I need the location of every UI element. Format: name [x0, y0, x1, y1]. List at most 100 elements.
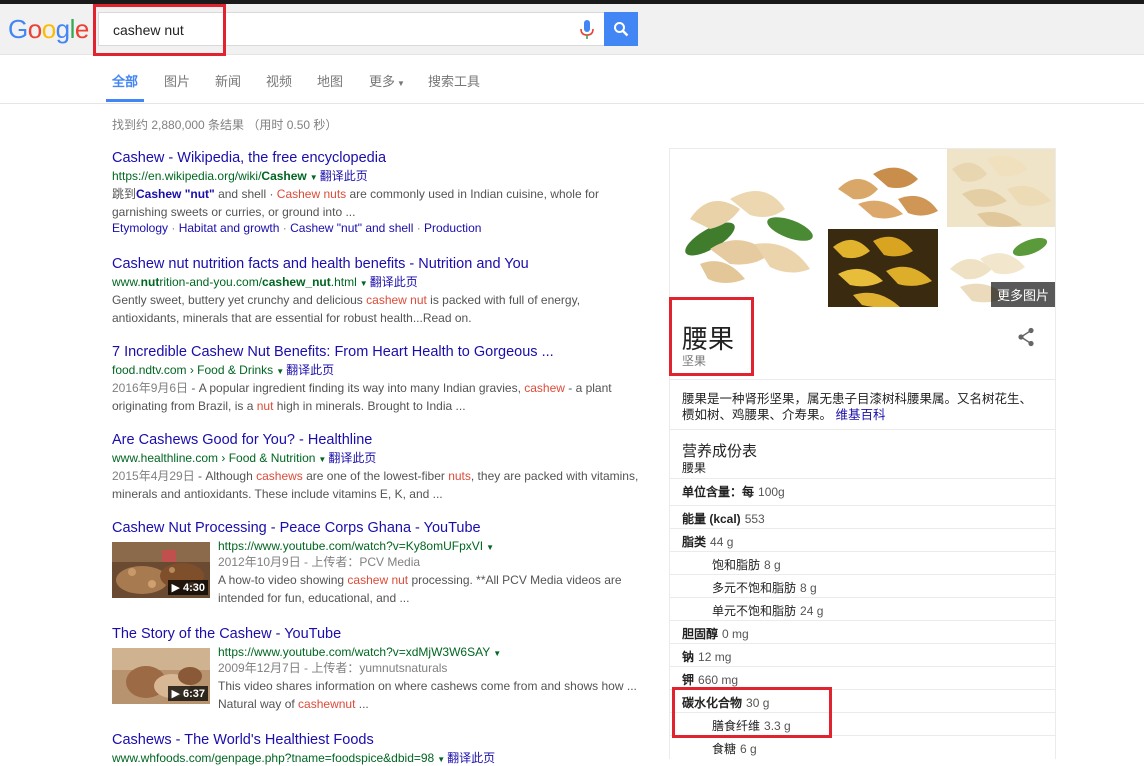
kp-image-leaf[interactable]: 更多图片 — [940, 229, 1055, 307]
result-snippet: 2015年4月29日 - Although cashews are one of… — [112, 467, 642, 503]
url-text: www. — [112, 275, 141, 289]
video-meta: https://www.youtube.com/watch?v=xdMjW3W6… — [218, 644, 638, 713]
tab-maps[interactable]: 地图 — [317, 71, 343, 90]
nutrition-label: 钾 — [682, 673, 695, 687]
sitelinks: Etymology · Habitat and growth · Cashew … — [112, 221, 642, 235]
url-dropdown-icon[interactable]: ▼ — [493, 649, 501, 658]
nutrition-label: 单元不饱和脂肪 — [712, 604, 797, 618]
cashew-image — [828, 229, 938, 307]
translate-link[interactable]: 翻译此页 — [370, 275, 418, 289]
result-snippet: Gently sweet, buttery yet crunchy and de… — [112, 291, 642, 327]
snippet-text: - Although — [194, 469, 257, 483]
nutrition-label: 膳食纤维 — [712, 719, 761, 733]
translate-link[interactable]: 翻译此页 — [320, 169, 368, 183]
sitelink-nut-shell[interactable]: Cashew "nut" and shell — [290, 221, 413, 235]
translate-link[interactable]: 翻译此页 — [447, 751, 495, 765]
share-icon[interactable] — [1017, 327, 1035, 347]
sitelink-etymology[interactable]: Etymology — [112, 221, 168, 235]
nutrition-row: 钠 12 mg — [670, 643, 1055, 666]
url-dropdown-icon[interactable]: ▼ — [276, 367, 284, 376]
nutrition-value: 6 g — [740, 742, 757, 756]
wikipedia-link[interactable]: 维基百科 — [836, 408, 886, 422]
result-snippet: 跳到Cashew "nut" and shell · Cashew nuts a… — [112, 185, 642, 221]
tab-search-tools[interactable]: 搜索工具 — [428, 71, 480, 90]
search-input[interactable] — [111, 13, 555, 47]
snippet-highlight: cashew nut — [366, 293, 427, 307]
snippet-highlight: nuts — [448, 469, 471, 483]
snippet-date: 2015年4月29日 — [112, 469, 195, 483]
result-url: food.ndtv.com › Food & Drinks ▼ 翻译此页 — [112, 361, 642, 378]
nutrition-value: 24 g — [800, 604, 824, 618]
url-dropdown-icon[interactable]: ▼ — [318, 455, 326, 464]
kp-image-fried[interactable] — [828, 229, 938, 307]
search-header: Google — [0, 4, 1144, 55]
result-title-link[interactable]: Cashew nut nutrition facts and health be… — [112, 256, 642, 272]
result-title-link[interactable]: Cashew - Wikipedia, the free encyclopedi… — [112, 150, 642, 166]
url-text: .html — [330, 275, 357, 289]
video-duration: ▶ 4:30 — [168, 580, 208, 595]
translate-link[interactable]: 翻译此页 — [328, 451, 376, 465]
divider — [670, 379, 1055, 380]
nutrition-value: 100g — [758, 485, 785, 499]
nutrition-row: 脂类 44 g — [670, 528, 1055, 551]
nutrition-heading: 营养成份表 — [682, 443, 758, 460]
nutrition-value: 8 g — [800, 581, 817, 595]
result-url: www.healthline.com › Food & Nutrition ▼ 翻译… — [112, 449, 642, 466]
url-text: https://www.youtube.com/watch?v=Ky8omUFp… — [218, 539, 484, 553]
snippet-highlight: cashew nut — [347, 573, 409, 587]
snippet-bold-link[interactable]: Cashew "nut" — [136, 187, 215, 201]
snippet-text: high in minerals. Brought to India ... — [273, 399, 466, 413]
search-button[interactable] — [604, 12, 638, 46]
tab-news[interactable]: 新闻 — [215, 71, 241, 90]
kp-image-roasted[interactable] — [828, 149, 945, 227]
kp-image-main[interactable] — [670, 149, 826, 295]
result-title-link[interactable]: Cashew Nut Processing - Peace Corps Ghan… — [112, 520, 642, 536]
video-upload-meta: 2009年12月7日 - 上传者：yumnutsnaturals — [218, 661, 448, 675]
result-url: https://www.youtube.com/watch?v=Ky8omUFp… — [218, 539, 638, 553]
url-dropdown-icon[interactable]: ▼ — [437, 755, 445, 764]
nutrition-row: 单位含量：每 100g — [670, 478, 1055, 501]
result-title-link[interactable]: Are Cashews Good for You? - Healthline — [112, 432, 642, 448]
translate-link[interactable]: 翻译此页 — [286, 363, 334, 377]
tab-images[interactable]: 图片 — [164, 71, 190, 90]
sitelink-separator: · — [168, 221, 179, 235]
sitelink-production[interactable]: Production — [424, 221, 481, 235]
nutrition-subheading: 腰果 — [682, 461, 707, 475]
url-dropdown-icon[interactable]: ▼ — [310, 173, 318, 182]
search-result: 7 Incredible Cashew Nut Benefits: From H… — [112, 344, 642, 415]
url-dropdown-icon[interactable]: ▼ — [360, 279, 368, 288]
nutrition-row: 碳水化合物 30 g — [670, 689, 1055, 712]
snippet-highlight: cashews — [256, 469, 303, 483]
video-thumbnail[interactable]: ▶ 4:30 — [112, 542, 210, 598]
tab-all[interactable]: 全部 — [112, 71, 138, 90]
nutrition-row: 膳食纤维 3.3 g — [670, 712, 1055, 735]
url-dropdown-icon[interactable]: ▼ — [486, 543, 494, 552]
search-result: Cashews - The World's Healthiest Foods w… — [112, 732, 642, 766]
logo-letter: o — [27, 14, 42, 44]
nutrition-row: 能量 (kcal) 553 — [670, 505, 1055, 528]
url-bold: nut — [140, 275, 160, 289]
result-title-link[interactable]: Cashews - The World's Healthiest Foods — [112, 732, 642, 748]
google-logo[interactable]: Google — [8, 14, 89, 45]
microphone-icon[interactable] — [578, 19, 596, 41]
logo-letter: e — [74, 14, 89, 44]
nutrition-row: 钾 660 mg — [670, 666, 1055, 689]
result-title-link[interactable]: The Story of the Cashew - YouTube — [112, 626, 642, 642]
video-thumbnail[interactable]: ▶ 6:37 — [112, 648, 210, 704]
video-upload-meta: 2012年10月9日 - 上传者：PCV Media — [218, 555, 421, 569]
sitelink-separator: · — [279, 221, 291, 235]
nutrition-label: 多元不饱和脂肪 — [712, 581, 797, 595]
video-result: Cashew Nut Processing - Peace Corps Ghan… — [112, 520, 642, 612]
tab-videos[interactable]: 视频 — [266, 71, 292, 90]
snippet-text: A how-to video showing — [218, 573, 348, 587]
knowledge-panel: 更多图片 腰果 坚果 腰果是一种肾形坚果，属无患子目漆树科腰果属。又名树花生、槚… — [669, 148, 1056, 759]
nutrition-value: 44 g — [710, 535, 734, 549]
snippet-text: Gently sweet, buttery yet crunchy and de… — [112, 293, 367, 307]
dropdown-arrow-icon: ▼ — [397, 79, 405, 88]
result-url: https://www.youtube.com/watch?v=xdMjW3W6… — [218, 645, 638, 659]
more-images-link[interactable]: 更多图片 — [990, 282, 1055, 307]
result-title-link[interactable]: 7 Incredible Cashew Nut Benefits: From H… — [112, 344, 642, 360]
tab-more[interactable]: 更多 ▼ — [369, 71, 405, 90]
sitelink-habitat[interactable]: Habitat and growth — [179, 221, 280, 235]
kp-image-raw[interactable] — [947, 149, 1055, 227]
